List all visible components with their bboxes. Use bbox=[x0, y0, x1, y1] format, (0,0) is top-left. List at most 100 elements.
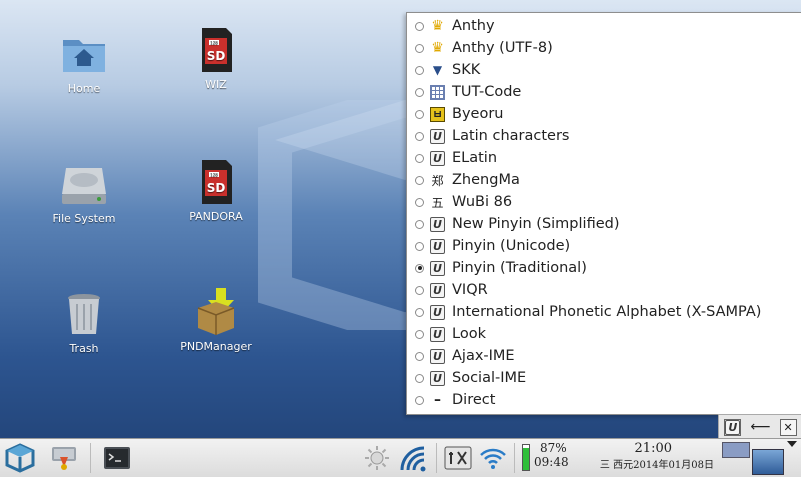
input-method-item[interactable]: U New Pinyin (Simplified) bbox=[407, 213, 801, 235]
input-method-item[interactable]: U Look bbox=[407, 323, 801, 345]
ime-icon: U bbox=[725, 419, 741, 435]
input-method-item[interactable]: ♛ Anthy (UTF-8) bbox=[407, 37, 801, 59]
input-method-label: Social-IME bbox=[452, 370, 527, 386]
input-method-label: WuBi 86 bbox=[452, 194, 513, 210]
desktop-icon-label: Trash bbox=[69, 342, 99, 355]
input-method-item[interactable]: U Pinyin (Unicode) bbox=[407, 235, 801, 257]
input-method-label: Anthy (UTF-8) bbox=[452, 40, 553, 56]
launcher-button[interactable] bbox=[46, 443, 82, 473]
input-method-item[interactable]: 五 WuBi 86 bbox=[407, 191, 801, 213]
input-method-item[interactable]: U Social-IME bbox=[407, 367, 801, 389]
ime-icon: U bbox=[430, 150, 445, 166]
input-method-item[interactable]: U Pinyin (Traditional) bbox=[407, 257, 801, 279]
input-method-label: SKK bbox=[452, 62, 481, 78]
home-folder-icon bbox=[63, 40, 105, 72]
crown-icon: ♛ bbox=[431, 40, 444, 56]
radio-button[interactable] bbox=[415, 109, 424, 119]
desktop-icon-label: WIZ bbox=[205, 78, 227, 91]
radio-button[interactable] bbox=[415, 219, 424, 229]
hard-drive-icon bbox=[62, 168, 106, 204]
radio-button[interactable] bbox=[415, 241, 424, 251]
radio-button[interactable] bbox=[415, 285, 424, 295]
ime-icon: U bbox=[430, 216, 445, 232]
sd-card-size: 128 bbox=[210, 41, 218, 46]
desktop-icon-home[interactable]: Home bbox=[34, 30, 134, 95]
battery-indicator[interactable] bbox=[522, 444, 530, 471]
input-method-label: Pinyin (Traditional) bbox=[452, 260, 587, 276]
uptime-text: 09:48 bbox=[534, 455, 569, 469]
brightness-button[interactable] bbox=[362, 443, 392, 473]
input-method-item[interactable]: U ELatin bbox=[407, 147, 801, 169]
radio-button[interactable] bbox=[415, 43, 424, 53]
desktop-icon-file-system[interactable]: File System bbox=[34, 160, 134, 225]
input-method-item[interactable]: ㅂ Byeoru bbox=[407, 103, 801, 125]
clock[interactable]: 21:00 三 西元2014年01月08日 bbox=[588, 441, 714, 471]
input-method-label: New Pinyin (Simplified) bbox=[452, 216, 620, 232]
terminal-button[interactable] bbox=[100, 443, 134, 473]
desktop-icon-trash[interactable]: Trash bbox=[34, 290, 134, 355]
radio-button[interactable] bbox=[415, 373, 424, 383]
clock-date: 三 西元2014年01月08日 bbox=[599, 460, 714, 471]
input-method-item[interactable]: U International Phonetic Alphabet (X-SAMP… bbox=[407, 301, 801, 323]
input-method-item[interactable]: U Ajax-IME bbox=[407, 345, 801, 367]
show-desktop-button[interactable] bbox=[752, 449, 784, 475]
cjk-icon: 郑 bbox=[431, 173, 444, 188]
workspace-switcher[interactable] bbox=[722, 442, 750, 458]
input-method-label: Byeoru bbox=[452, 106, 504, 122]
dash-icon: – bbox=[434, 392, 441, 408]
input-method-label: International Phonetic Alphabet (X-SAMPA… bbox=[452, 304, 762, 320]
ime-icon: U bbox=[430, 304, 445, 320]
triangle-icon: ▼ bbox=[432, 63, 443, 77]
input-method-item[interactable]: 郑 ZhengMa bbox=[407, 169, 801, 191]
radio-button[interactable] bbox=[415, 175, 424, 185]
desktop-icon-pandora[interactable]: 128 SD PANDORA bbox=[166, 158, 266, 223]
radio-button[interactable] bbox=[415, 21, 424, 31]
direction-button[interactable]: ⟵ bbox=[750, 419, 770, 436]
trash-icon bbox=[68, 294, 100, 334]
grid-icon bbox=[430, 84, 445, 100]
radio-button[interactable] bbox=[415, 329, 424, 339]
input-method-menu: ♛ Anthy ♛ Anthy (UTF-8) ▼ SKK TUT-Code ㅂ Byeoru U… bbox=[406, 12, 801, 415]
radio-button[interactable] bbox=[415, 65, 424, 75]
radio-button[interactable] bbox=[415, 153, 424, 163]
radio-button[interactable] bbox=[415, 263, 424, 273]
crown-icon: ♛ bbox=[431, 18, 444, 34]
sd-card-text: SD bbox=[207, 49, 226, 63]
ime-icon: U bbox=[430, 326, 445, 342]
signal-button[interactable] bbox=[398, 443, 430, 473]
input-method-item[interactable]: – Direct bbox=[407, 389, 801, 411]
clock-time: 21:00 bbox=[634, 441, 672, 456]
radio-button[interactable] bbox=[415, 131, 424, 141]
ime-tool-button[interactable]: ✕ bbox=[779, 418, 797, 436]
settings-tool-button[interactable] bbox=[442, 443, 474, 473]
desktop-icon-wiz[interactable]: 128 SD WIZ bbox=[166, 26, 266, 91]
radio-button[interactable] bbox=[415, 197, 424, 207]
ime-mode-button[interactable]: U bbox=[724, 418, 742, 436]
battery-percent: 87% bbox=[540, 441, 567, 455]
ime-icon: U bbox=[430, 238, 445, 254]
radio-button[interactable] bbox=[415, 395, 424, 405]
sd-card-icon: 128 SD bbox=[202, 160, 232, 204]
battery-readout: 87% 09:48 bbox=[534, 441, 569, 469]
start-menu-button[interactable] bbox=[2, 443, 38, 473]
input-method-item[interactable]: ▼ SKK bbox=[407, 59, 801, 81]
system-tools-icon bbox=[52, 447, 76, 470]
package-manager-icon bbox=[197, 288, 235, 335]
ime-toolbar: U ⟵ ✕ bbox=[718, 414, 801, 439]
input-method-label: ZhengMa bbox=[452, 172, 520, 188]
desktop-icon-pndmanager[interactable]: PNDManager bbox=[166, 288, 266, 353]
input-method-item[interactable]: U VIQR bbox=[407, 279, 801, 301]
wifi-button[interactable] bbox=[478, 443, 508, 473]
radio-button[interactable] bbox=[415, 87, 424, 97]
input-method-label: Pinyin (Unicode) bbox=[452, 238, 571, 254]
input-method-item[interactable]: ♛ Anthy bbox=[407, 15, 801, 37]
input-method-label: VIQR bbox=[452, 282, 488, 298]
input-method-item[interactable]: U Latin characters bbox=[407, 125, 801, 147]
input-method-label: Ajax-IME bbox=[452, 348, 515, 364]
start-logo-icon bbox=[5, 443, 35, 473]
radio-button[interactable] bbox=[415, 351, 424, 361]
input-method-item[interactable]: TUT-Code bbox=[407, 81, 801, 103]
byeoru-icon: ㅂ bbox=[430, 106, 445, 122]
radio-button[interactable] bbox=[415, 307, 424, 317]
desktop-icon-label: PANDORA bbox=[189, 210, 243, 223]
